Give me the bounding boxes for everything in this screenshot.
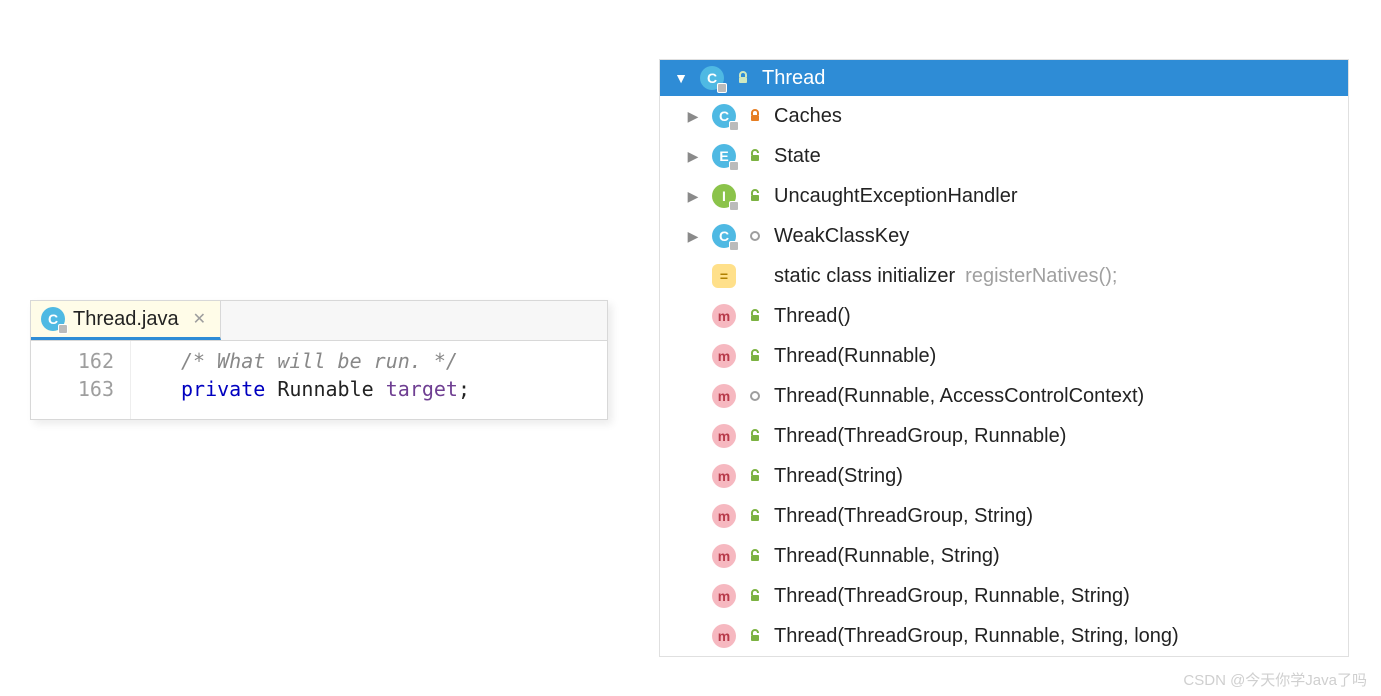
structure-item[interactable]: ▶ C WeakClassKey	[660, 216, 1348, 256]
expand-icon[interactable]: ▶	[684, 182, 702, 210]
class-name: Thread	[762, 67, 825, 90]
method-icon: m	[712, 384, 736, 408]
structure-item[interactable]: m Thread(Runnable, String)	[660, 536, 1348, 576]
structure-item[interactable]: m Thread(ThreadGroup, String)	[660, 496, 1348, 536]
member-name: State	[774, 142, 821, 170]
expand-icon[interactable]: ▶	[684, 102, 702, 130]
visibility-icon	[746, 349, 764, 363]
class-icon: C	[712, 224, 736, 248]
visibility-icon	[746, 509, 764, 523]
member-name: Thread(Runnable, AccessControlContext)	[774, 382, 1144, 410]
member-name: Thread(ThreadGroup, String)	[774, 502, 1033, 530]
editor-tab-thread[interactable]: C Thread.java ✕	[31, 301, 221, 340]
keyword-token: private	[181, 377, 265, 401]
member-name: Thread(ThreadGroup, Runnable, String)	[774, 582, 1130, 610]
method-icon: m	[712, 424, 736, 448]
structure-item[interactable]: m Thread()	[660, 296, 1348, 336]
structure-item[interactable]: m Thread(ThreadGroup, Runnable)	[660, 416, 1348, 456]
method-icon: m	[712, 544, 736, 568]
member-name: Thread(Runnable)	[774, 342, 936, 370]
watermark: CSDN @今天你学Java了吗	[1183, 669, 1367, 690]
visibility-icon	[746, 469, 764, 483]
visibility-icon	[746, 189, 764, 203]
type-token: Runnable	[277, 377, 373, 401]
member-name: static class initializer	[774, 262, 955, 290]
member-name: Thread(String)	[774, 462, 903, 490]
method-icon: m	[712, 464, 736, 488]
visibility-icon	[746, 149, 764, 163]
structure-item[interactable]: ▶ E State	[660, 136, 1348, 176]
method-icon: m	[712, 344, 736, 368]
editor-panel: C Thread.java ✕ 162 163 /* What will be …	[30, 300, 608, 420]
code-line: /* What will be run. */	[181, 347, 470, 375]
editor-body: 162 163 /* What will be run. */ private …	[31, 341, 607, 419]
member-name: UncaughtExceptionHandler	[774, 182, 1018, 210]
visibility-icon	[746, 230, 764, 242]
visibility-icon	[746, 429, 764, 443]
expand-icon[interactable]: ▶	[684, 222, 702, 250]
identifier-token: target	[386, 377, 458, 401]
member-name: Caches	[774, 102, 842, 130]
expand-icon[interactable]: ▶	[684, 142, 702, 170]
structure-header[interactable]: ▼ C Thread	[660, 60, 1348, 96]
member-extra: registerNatives();	[965, 262, 1117, 290]
structure-item[interactable]: m Thread(Runnable, AccessControlContext)	[660, 376, 1348, 416]
class-icon: C	[700, 66, 724, 90]
member-name: Thread(Runnable, String)	[774, 542, 1000, 570]
enum-icon: E	[712, 144, 736, 168]
visibility-icon	[746, 390, 764, 402]
line-number: 163	[31, 375, 130, 403]
member-name: Thread(ThreadGroup, Runnable)	[774, 422, 1066, 450]
class-icon: C	[712, 104, 736, 128]
structure-item[interactable]: m Thread(Runnable)	[660, 336, 1348, 376]
visibility-icon	[746, 589, 764, 603]
structure-body: ▶ C Caches ▶ E State ▶ I UncaughtExceptionHandle…	[660, 96, 1348, 656]
structure-panel: ▼ C Thread ▶ C Caches ▶ E State ▶ I UncaughtExce…	[659, 59, 1349, 657]
static-icon: =	[712, 264, 736, 288]
structure-item[interactable]: m Thread(ThreadGroup, Runnable, String)	[660, 576, 1348, 616]
method-icon: m	[712, 624, 736, 648]
comment-token: /* What will be run. */	[181, 349, 458, 373]
visibility-icon	[746, 549, 764, 563]
visibility-icon	[734, 71, 752, 85]
collapse-icon[interactable]: ▼	[672, 70, 690, 86]
punct-token: ;	[458, 377, 470, 401]
visibility-icon	[746, 109, 764, 123]
structure-item[interactable]: = static class initializer registerNative…	[660, 256, 1348, 296]
method-icon: m	[712, 584, 736, 608]
class-icon: C	[41, 307, 65, 331]
member-name: WeakClassKey	[774, 222, 909, 250]
editor-code[interactable]: /* What will be run. */ private Runnable…	[131, 341, 470, 419]
editor-tab-label: Thread.java	[73, 308, 179, 331]
structure-item[interactable]: ▶ C Caches	[660, 96, 1348, 136]
structure-item[interactable]: m Thread(ThreadGroup, Runnable, String, l…	[660, 616, 1348, 656]
close-icon[interactable]: ✕	[193, 309, 206, 329]
structure-item[interactable]: m Thread(String)	[660, 456, 1348, 496]
structure-item[interactable]: ▶ I UncaughtExceptionHandler	[660, 176, 1348, 216]
editor-tabs: C Thread.java ✕	[31, 301, 607, 341]
code-line: private Runnable target;	[181, 375, 470, 403]
editor-gutter: 162 163	[31, 341, 131, 419]
iface-icon: I	[712, 184, 736, 208]
member-name: Thread()	[774, 302, 851, 330]
method-icon: m	[712, 304, 736, 328]
visibility-icon	[746, 309, 764, 323]
visibility-icon	[746, 629, 764, 643]
method-icon: m	[712, 504, 736, 528]
line-number: 162	[31, 347, 130, 375]
member-name: Thread(ThreadGroup, Runnable, String, lo…	[774, 622, 1179, 650]
